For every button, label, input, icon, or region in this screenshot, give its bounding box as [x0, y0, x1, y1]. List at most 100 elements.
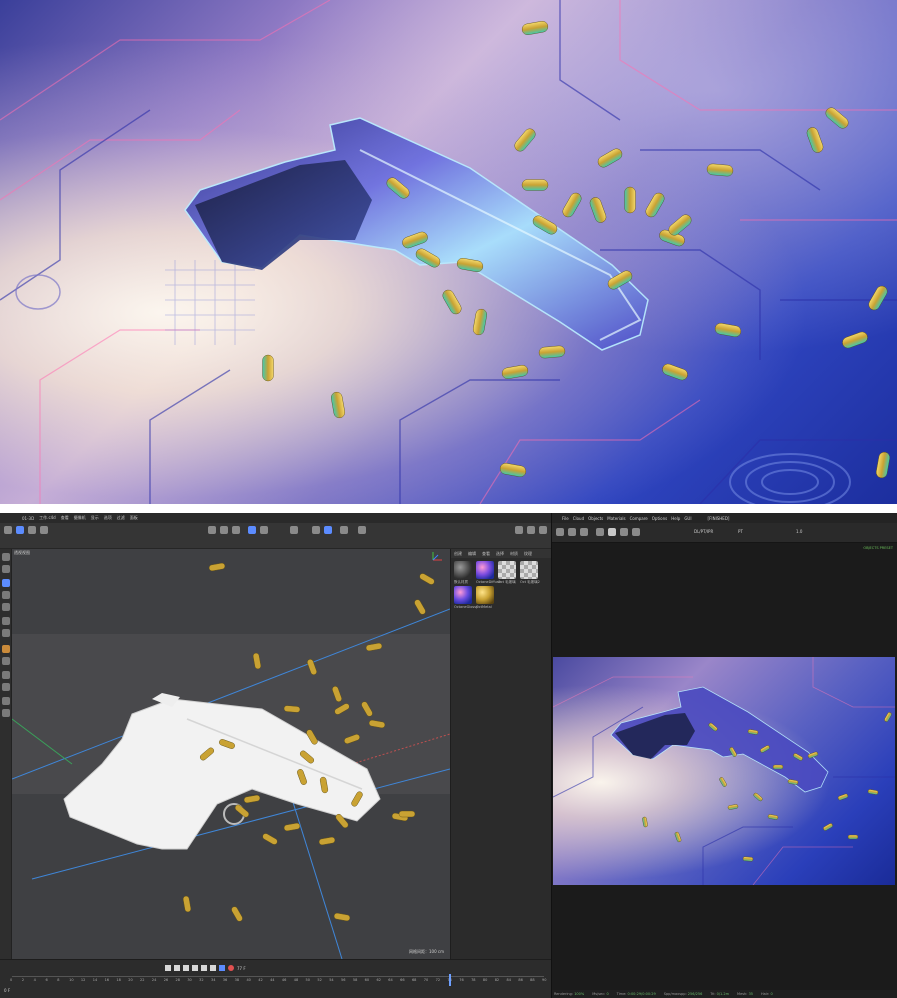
- bullet: [208, 562, 226, 572]
- refresh-icon[interactable]: [556, 528, 564, 536]
- rv-menu-materials[interactable]: Materials: [607, 516, 625, 521]
- live-select-icon[interactable]: [2, 565, 10, 573]
- maximize-icon[interactable]: [527, 526, 535, 534]
- material-manager: 创建 编辑 查看 选择 材质 纹理 默认材质 OctaneDiffuse Oct…: [450, 549, 552, 959]
- rv-menu-compare[interactable]: Compare: [630, 516, 648, 521]
- knife-icon[interactable]: [2, 671, 10, 679]
- rv-menu-cloud[interactable]: Cloud: [573, 516, 584, 521]
- loop-icon[interactable]: [219, 965, 225, 971]
- render-view-icon[interactable]: [208, 526, 216, 534]
- rv-menu-options[interactable]: Options: [652, 516, 667, 521]
- polygon-icon[interactable]: [2, 617, 10, 625]
- timeline-tick: 4: [33, 978, 36, 982]
- rv-menu-gui[interactable]: GUI: [684, 516, 691, 521]
- move-icon[interactable]: [16, 526, 24, 534]
- lock-icon[interactable]: [608, 528, 616, 536]
- focus-icon[interactable]: [620, 528, 628, 536]
- mat-tab-material[interactable]: 材质: [510, 551, 518, 557]
- samples-field[interactable]: 1.0: [796, 529, 802, 534]
- mat-tab-texture[interactable]: 纹理: [524, 551, 532, 557]
- region-icon[interactable]: [596, 528, 604, 536]
- pause-icon[interactable]: [580, 528, 588, 536]
- menu-view[interactable]: 查看: [61, 515, 69, 521]
- snap-icon[interactable]: [324, 526, 332, 534]
- bullet: [538, 345, 566, 359]
- viewport-scene: [12, 562, 450, 959]
- menu-display[interactable]: 显示: [91, 515, 99, 521]
- rv-menu-help[interactable]: Help: [671, 516, 680, 521]
- edge-icon[interactable]: [2, 629, 10, 637]
- extrude-icon[interactable]: [2, 683, 10, 691]
- stop-icon[interactable]: [568, 528, 576, 536]
- paint-icon[interactable]: [2, 697, 10, 705]
- material-swatch[interactable]: [476, 561, 494, 579]
- brush-icon[interactable]: [2, 657, 10, 665]
- play-icon[interactable]: [192, 965, 198, 971]
- timeline-tick: 0: [10, 978, 13, 982]
- rotate-icon[interactable]: [40, 526, 48, 534]
- render-icon[interactable]: [220, 526, 228, 534]
- select-icon[interactable]: [2, 553, 10, 561]
- mat-tab-edit[interactable]: 编辑: [468, 551, 476, 557]
- menu-filter[interactable]: 过滤: [117, 515, 125, 521]
- kernel-select[interactable]: PT: [738, 529, 743, 534]
- camera-icon[interactable]: [290, 526, 298, 534]
- material-swatch[interactable]: [520, 561, 538, 579]
- material-swatch[interactable]: [498, 561, 516, 579]
- go-end-icon[interactable]: [210, 965, 216, 971]
- grid-patch: [165, 260, 255, 345]
- sculpt-icon[interactable]: [2, 709, 10, 717]
- bullet: [182, 895, 192, 913]
- timeline-tick: 44: [270, 978, 275, 982]
- scale-icon[interactable]: [28, 526, 36, 534]
- layout-icon[interactable]: [515, 526, 523, 534]
- magnet-icon[interactable]: [2, 645, 10, 653]
- next-frame-icon[interactable]: [201, 965, 207, 971]
- timeline-tick: 14: [92, 978, 98, 982]
- perspective-viewport[interactable]: 透视视图 网格间距：100 cm: [12, 549, 450, 959]
- bullet: [442, 289, 462, 315]
- record-icon[interactable]: [228, 965, 234, 971]
- bullet: [262, 833, 278, 845]
- light-icon[interactable]: [340, 526, 348, 534]
- timeline-cursor[interactable]: [449, 974, 452, 986]
- grid-icon[interactable]: [312, 526, 320, 534]
- c4d-file-tab[interactable]: 工作.c4d: [39, 515, 56, 521]
- go-start-icon[interactable]: [165, 965, 171, 971]
- undo-icon[interactable]: [4, 526, 12, 534]
- render-settings-icon[interactable]: [232, 526, 240, 534]
- timeline-tick: 88: [530, 978, 535, 982]
- settings-gear-icon[interactable]: [358, 526, 366, 534]
- bullet: [668, 214, 692, 236]
- frame-ruler[interactable]: 0 2 4 6 8 10 12 14 16 18 20 22 24 26 28 30 32 34 36 38 40 42 4…: [10, 976, 546, 985]
- cube-icon[interactable]: [248, 526, 256, 534]
- render-mode-select[interactable]: DL/PT/IPR: [694, 529, 713, 534]
- menu-camera[interactable]: 摄像机: [74, 515, 86, 521]
- timeline-tick: 54: [329, 978, 334, 982]
- menu-options[interactable]: 选项: [104, 515, 112, 521]
- pen-icon[interactable]: [260, 526, 268, 534]
- grid-spacing-readout: 网格间距：100 cm: [408, 949, 444, 954]
- rv-menu-file[interactable]: File: [562, 516, 569, 521]
- scale-tool-icon[interactable]: [2, 603, 10, 611]
- move-tool-icon[interactable]: [2, 579, 10, 587]
- bullet: [875, 451, 891, 479]
- rotate-tool-icon[interactable]: [2, 591, 10, 599]
- bullet: [414, 599, 426, 615]
- play-back-icon[interactable]: [183, 965, 189, 971]
- timeline-tick: 62: [376, 978, 381, 982]
- live-render-image[interactable]: [553, 657, 895, 885]
- mat-tab-view[interactable]: 查看: [482, 551, 490, 557]
- material-swatch[interactable]: [454, 586, 472, 604]
- material-swatch[interactable]: [454, 561, 472, 579]
- mat-tab-select[interactable]: 选择: [496, 551, 504, 557]
- mat-tab-create[interactable]: 创建: [454, 551, 462, 557]
- rv-menu-objects[interactable]: Objects: [588, 516, 603, 521]
- bullet: [262, 354, 274, 382]
- material-swatch[interactable]: [476, 586, 494, 604]
- close-icon[interactable]: [539, 526, 547, 534]
- menu-panel[interactable]: 面板: [130, 515, 138, 521]
- c4d-menubar: 01-3D 工作.c4d 查看 摄像机 显示 选项 过滤 面板: [0, 513, 551, 523]
- prev-frame-icon[interactable]: [174, 965, 180, 971]
- clay-icon[interactable]: [632, 528, 640, 536]
